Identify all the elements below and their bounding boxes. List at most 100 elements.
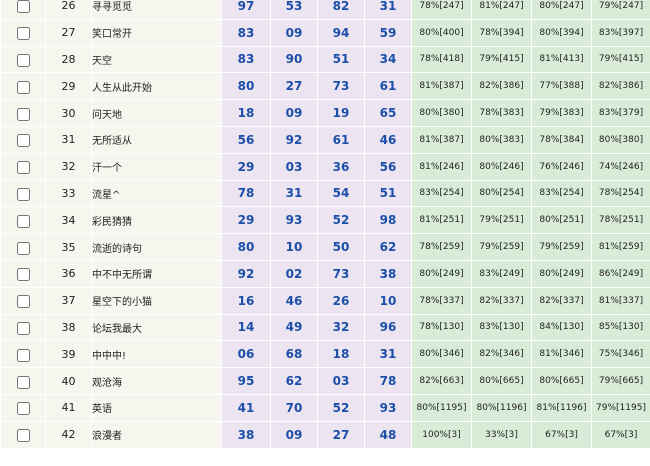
predicted-number: 95: [221, 367, 271, 395]
hit-rate: 86%[249]: [591, 259, 650, 288]
hit-rate: 81%[387]: [411, 72, 472, 101]
hit-rate: 79%[665]: [591, 367, 650, 395]
table-row: 34 彩民猜猜 29 93 52 98 81%[251] 79%[251] 80%[251] 78…: [0, 206, 650, 235]
user-nickname: 寻寻觅觅: [91, 0, 222, 20]
hit-rate: 80%[380]: [591, 125, 650, 154]
hit-rate: 79%[1195]: [591, 393, 650, 422]
row-select-cell: [0, 152, 46, 181]
predicted-number: 83: [221, 18, 271, 47]
predicted-number: 06: [221, 340, 271, 369]
row-number: 30: [45, 99, 92, 127]
table-row: 38 论坛我最大 14 49 32 96 78%[130] 83%[130] 84%[130] 8…: [0, 313, 650, 342]
row-select-checkbox[interactable]: [16, 241, 30, 255]
row-select-checkbox[interactable]: [16, 80, 30, 94]
hit-rate: 80%[247]: [531, 0, 592, 20]
predicted-number: 53: [270, 0, 318, 20]
predicted-number: 18: [317, 340, 365, 369]
predicted-number: 09: [270, 18, 318, 47]
row-select-cell: [0, 206, 46, 235]
hit-rate: 79%[415]: [471, 45, 532, 74]
predicted-number: 50: [317, 233, 365, 261]
row-number: 34: [45, 206, 92, 235]
predicted-number: 36: [317, 152, 365, 181]
hit-rate: 77%[388]: [531, 72, 592, 101]
hit-rate: 82%[346]: [471, 340, 532, 369]
table-body: 26 寻寻觅觅 97 53 82 31 78%[247] 81%[247] 80%[247] 79…: [0, 0, 650, 449]
hit-rate: 78%[418]: [411, 45, 472, 74]
predicted-number: 70: [270, 393, 318, 422]
predicted-number: 51: [364, 179, 412, 208]
table-row: 42 浪漫者 38 09 27 48 100%[3] 33%[3] 67%[3] 67%[3]: [0, 420, 650, 449]
row-select-checkbox[interactable]: [16, 402, 30, 416]
row-select-checkbox[interactable]: [16, 161, 30, 175]
hit-rate: 83%[249]: [471, 259, 532, 288]
row-select-checkbox[interactable]: [16, 429, 30, 443]
predicted-number: 73: [317, 259, 365, 288]
hit-rate: 80%[249]: [411, 259, 472, 288]
predicted-number: 78: [221, 179, 271, 208]
row-select-checkbox[interactable]: [16, 348, 30, 362]
hit-rate: 83%[254]: [411, 179, 472, 208]
hit-rate: 78%[251]: [591, 206, 650, 235]
row-select-checkbox[interactable]: [16, 0, 30, 14]
predicted-number: 38: [364, 259, 412, 288]
predicted-number: 62: [364, 233, 412, 261]
user-nickname: 人生从此开始: [91, 72, 222, 101]
row-select-checkbox[interactable]: [16, 375, 30, 389]
user-nickname: 中不中无所谓: [91, 259, 222, 288]
row-select-cell: [0, 313, 46, 342]
row-select-checkbox[interactable]: [16, 321, 30, 335]
row-select-checkbox[interactable]: [16, 187, 30, 201]
hit-rate: 81%[251]: [411, 206, 472, 235]
row-select-checkbox[interactable]: [16, 53, 30, 67]
row-number: 32: [45, 152, 92, 181]
row-number: 29: [45, 72, 92, 101]
predicted-number: 59: [364, 18, 412, 47]
predicted-number: 78: [364, 367, 412, 395]
hit-rate: 78%[337]: [411, 286, 472, 315]
row-select-checkbox[interactable]: [16, 27, 30, 41]
predicted-number: 52: [317, 393, 365, 422]
row-select-cell: [0, 340, 46, 369]
row-number: 35: [45, 233, 92, 261]
row-select-checkbox[interactable]: [16, 295, 30, 309]
row-select-cell: [0, 0, 46, 20]
predicted-number: 52: [317, 206, 365, 235]
predicted-number: 56: [221, 125, 271, 154]
predicted-number: 61: [317, 125, 365, 154]
hit-rate: 67%[3]: [591, 420, 650, 449]
row-select-checkbox[interactable]: [16, 134, 30, 148]
hit-rate: 83%[397]: [591, 18, 650, 47]
hit-rate: 81%[246]: [411, 152, 472, 181]
user-nickname: 观沧海: [91, 367, 222, 395]
predicted-number: 46: [364, 125, 412, 154]
predicted-number: 31: [364, 0, 412, 20]
table-row: 30 问天地 18 09 19 65 80%[380] 78%[383] 79%[383] 83%…: [0, 99, 650, 127]
predicted-number: 46: [270, 286, 318, 315]
hit-rate: 80%[246]: [471, 152, 532, 181]
user-nickname: 笑口常开: [91, 18, 222, 47]
predicted-number: 68: [270, 340, 318, 369]
hit-rate: 78%[130]: [411, 313, 472, 342]
hit-rate: 80%[665]: [471, 367, 532, 395]
predicted-number: 62: [270, 367, 318, 395]
predicted-number: 93: [364, 393, 412, 422]
user-nickname: 问天地: [91, 99, 222, 127]
hit-rate: 83%[130]: [471, 313, 532, 342]
hit-rate: 81%[337]: [591, 286, 650, 315]
hit-rate: 79%[383]: [531, 99, 592, 127]
hit-rate: 78%[259]: [411, 233, 472, 261]
predicted-number: 29: [221, 206, 271, 235]
row-select-checkbox[interactable]: [16, 268, 30, 282]
row-select-checkbox[interactable]: [16, 107, 30, 121]
table-row: 28 天空 83 90 51 34 78%[418] 79%[415] 81%[413] 79%[…: [0, 45, 650, 74]
hit-rate: 80%[1195]: [411, 393, 472, 422]
row-number: 31: [45, 125, 92, 154]
hit-rate: 83%[379]: [591, 99, 650, 127]
row-select-checkbox[interactable]: [16, 214, 30, 228]
predicted-number: 32: [317, 313, 365, 342]
table-row: 37 星空下的小猫 16 46 26 10 78%[337] 82%[337] 82%[337]…: [0, 286, 650, 315]
hit-rate: 74%[246]: [591, 152, 650, 181]
predicted-number: 09: [270, 420, 318, 449]
hit-rate: 79%[259]: [471, 233, 532, 261]
